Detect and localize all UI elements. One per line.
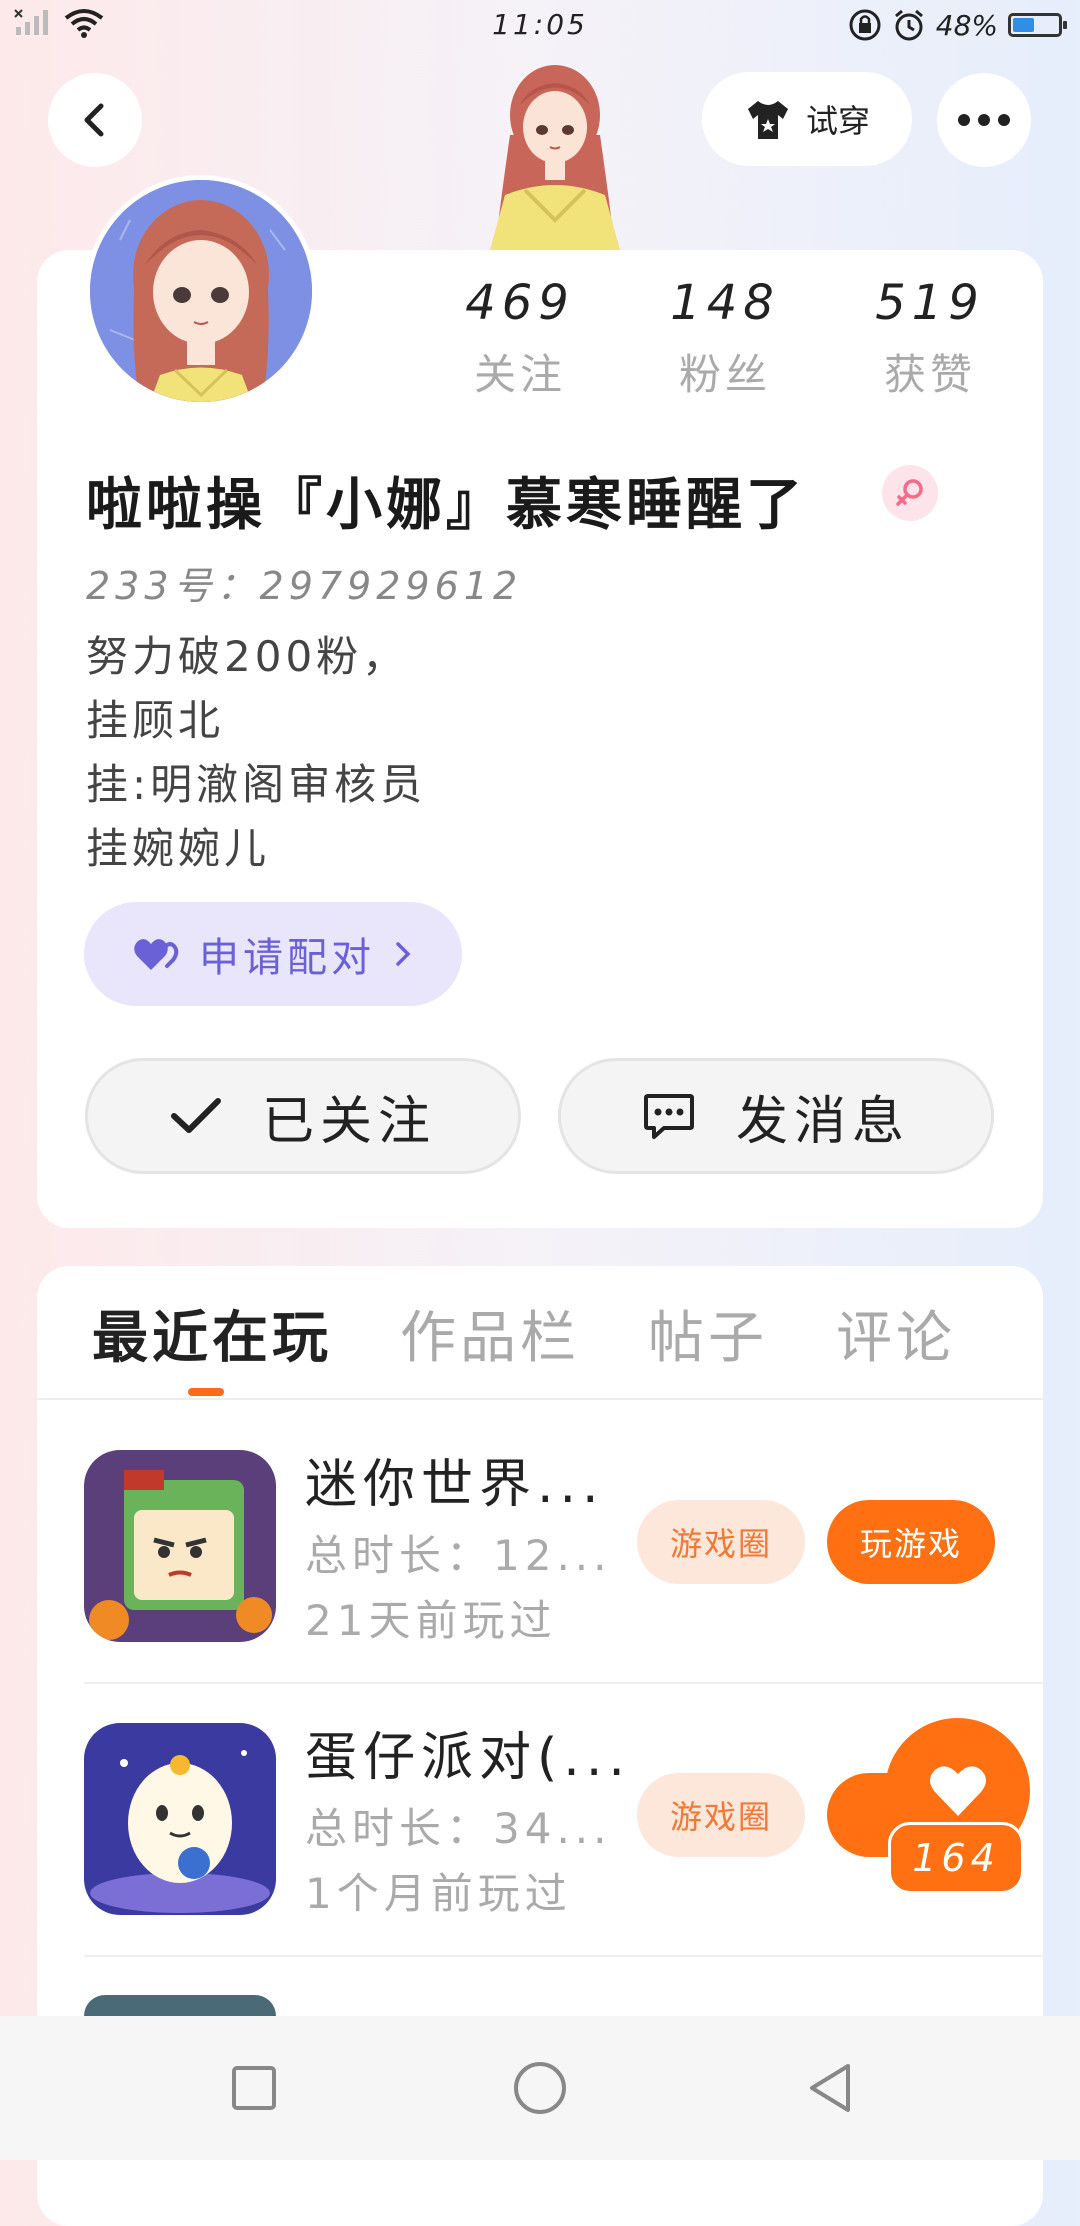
tab-comments[interactable]: 评论 [836, 1293, 956, 1374]
gender-badge [882, 465, 938, 521]
game-duration: 总时长：34... [305, 1804, 612, 1853]
back-nav-icon[interactable] [798, 2056, 862, 2120]
game-circle-button[interactable]: 游戏圈 [637, 1773, 805, 1857]
apply-pair-button[interactable]: 申请配对 [84, 902, 462, 1006]
tab-recently-played[interactable]: 最近在玩 [92, 1293, 332, 1374]
game-icon-partial [84, 1995, 276, 2016]
character-figure-image [490, 65, 620, 250]
following-button[interactable]: 已关注 [85, 1058, 521, 1174]
game-circle-button[interactable]: 游戏圈 [637, 1500, 805, 1584]
profile-tabs: 最近在玩 作品栏 帖子 评论 [92, 1293, 956, 1374]
home-icon[interactable] [508, 2056, 572, 2120]
tab-works[interactable]: 作品栏 [400, 1293, 580, 1374]
bio-line: 挂:明澈阁审核员 [86, 760, 427, 809]
chevron-right-icon [396, 942, 411, 966]
game-title: 蛋仔派对(... [305, 1728, 631, 1788]
stat-following[interactable]: 469 关注 [420, 275, 620, 402]
play-game-button[interactable]: 玩游戏 [827, 1500, 995, 1584]
game-last-played: 1个月前玩过 [305, 1869, 572, 1918]
bio-line: 挂顾北 [86, 696, 225, 745]
battery-icon [1008, 13, 1067, 37]
stat-fans-label: 粉丝 [678, 350, 771, 399]
game-title: 迷你世界... [305, 1455, 605, 1515]
send-message-button[interactable]: 发消息 [558, 1058, 994, 1174]
stat-likes-label: 获赞 [883, 350, 976, 399]
username: 啦啦操『小娜』慕寒睡醒了 [86, 473, 806, 538]
stat-likes[interactable]: 519 获赞 [830, 275, 1030, 402]
user-id: 233号：297929612 [86, 564, 523, 608]
recent-apps-icon[interactable] [222, 2056, 286, 2120]
game-duration: 总时长：12... [305, 1531, 612, 1580]
alarm-icon [894, 9, 923, 41]
bio-line: 努力破200粉， [86, 632, 409, 681]
rotation-lock-icon [849, 9, 881, 41]
bio: 努力破200粉， 挂顾北 挂:明澈阁审核员 挂婉婉儿 [86, 625, 426, 881]
apply-pair-label: 申请配对 [199, 935, 375, 981]
mini-world-image [84, 1450, 276, 1642]
row-divider [84, 1955, 1044, 1957]
tab-posts[interactable]: 帖子 [648, 1293, 768, 1374]
female-icon [896, 479, 923, 506]
hearts-icon [134, 939, 179, 970]
tab-indicator [188, 1388, 224, 1396]
avatar[interactable] [85, 175, 317, 407]
try-on-button[interactable]: 试穿 [702, 72, 912, 166]
following-label: 已关注 [261, 1091, 436, 1152]
back-button[interactable] [48, 73, 142, 167]
game-icon-eggy-party [84, 1723, 276, 1915]
game-row[interactable]: 迷你世界... 总时长：12... 21天前玩过 游戏圈 玩游戏 [37, 1402, 1043, 1674]
send-message-label: 发消息 [735, 1091, 910, 1152]
stat-following-count: 469 [465, 275, 575, 331]
eggy-party-image [84, 1723, 276, 1915]
like-count: 164 [888, 1822, 1024, 1894]
bio-line: 挂婉婉儿 [86, 824, 271, 873]
status-right: 48% [848, 8, 1067, 42]
avatar-image [90, 180, 312, 402]
stat-fans-count: 148 [670, 275, 780, 331]
status-bar: 11:05 48% [0, 0, 1080, 52]
more-button[interactable] [937, 73, 1031, 167]
game-last-played: 21天前玩过 [305, 1596, 557, 1645]
check-icon [170, 1098, 221, 1133]
stat-likes-count: 519 [875, 275, 985, 331]
game-icon-mini-world [84, 1450, 276, 1642]
battery-text: 48% [935, 8, 998, 42]
chat-bubble-icon [643, 1094, 694, 1139]
shirt-icon [747, 101, 788, 139]
more-icon [958, 114, 1010, 126]
try-on-label: 试穿 [805, 102, 870, 140]
tabs-divider [37, 1398, 1043, 1400]
navigation-bar [0, 2016, 1080, 2160]
stat-fans[interactable]: 148 粉丝 [625, 275, 825, 402]
heart-icon [929, 1766, 986, 1816]
chevron-left-icon [84, 103, 104, 137]
stat-following-label: 关注 [473, 350, 566, 399]
